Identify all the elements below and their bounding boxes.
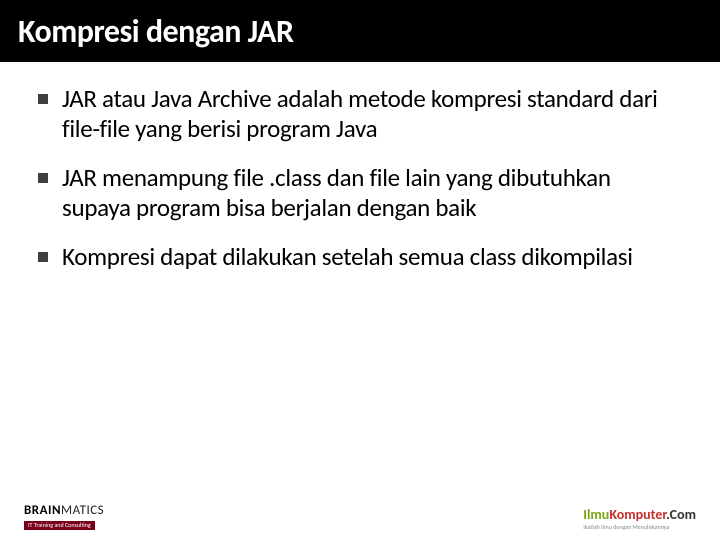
brand-part-1: BRAIN xyxy=(24,503,61,518)
logo-part-com: .Com xyxy=(666,506,696,523)
slide-content: JAR atau Java Archive adalah metode komp… xyxy=(0,62,720,272)
logo-part-komputer: Komputer xyxy=(609,506,666,523)
footer-logo-left: BRAINMATICS IT Training and Consulting xyxy=(24,504,104,530)
bullet-text: JAR atau Java Archive adalah metode komp… xyxy=(62,84,682,143)
slide-title: Kompresi dengan JAR xyxy=(18,12,293,51)
bullet-marker-icon xyxy=(38,252,48,262)
bullet-text: JAR menampung file .class dan file lain … xyxy=(62,163,682,222)
bullet-item: Kompresi dapat dilakukan setelah semua c… xyxy=(38,242,682,272)
logo-part-ilmu: Ilmu xyxy=(583,506,609,523)
brand-part-2: MATICS xyxy=(61,503,104,518)
bullet-marker-icon xyxy=(38,173,48,183)
bullet-item: JAR menampung file .class dan file lain … xyxy=(38,163,682,222)
brainmatics-logo: BRAINMATICS xyxy=(24,504,104,518)
footer-logo-right: IlmuKomputer.Com Ikatlah Ilmu dengan Men… xyxy=(583,508,696,530)
logo-subtitle: Ikatlah Ilmu dengan Menuliskannya xyxy=(583,524,696,530)
slide-header: Kompresi dengan JAR xyxy=(0,0,720,62)
bullet-marker-icon xyxy=(38,94,48,104)
brand-tagline: IT Training and Consulting xyxy=(24,521,95,530)
slide-footer: BRAINMATICS IT Training and Consulting I… xyxy=(0,504,720,530)
bullet-text: Kompresi dapat dilakukan setelah semua c… xyxy=(62,242,682,272)
bullet-item: JAR atau Java Archive adalah metode komp… xyxy=(38,84,682,143)
